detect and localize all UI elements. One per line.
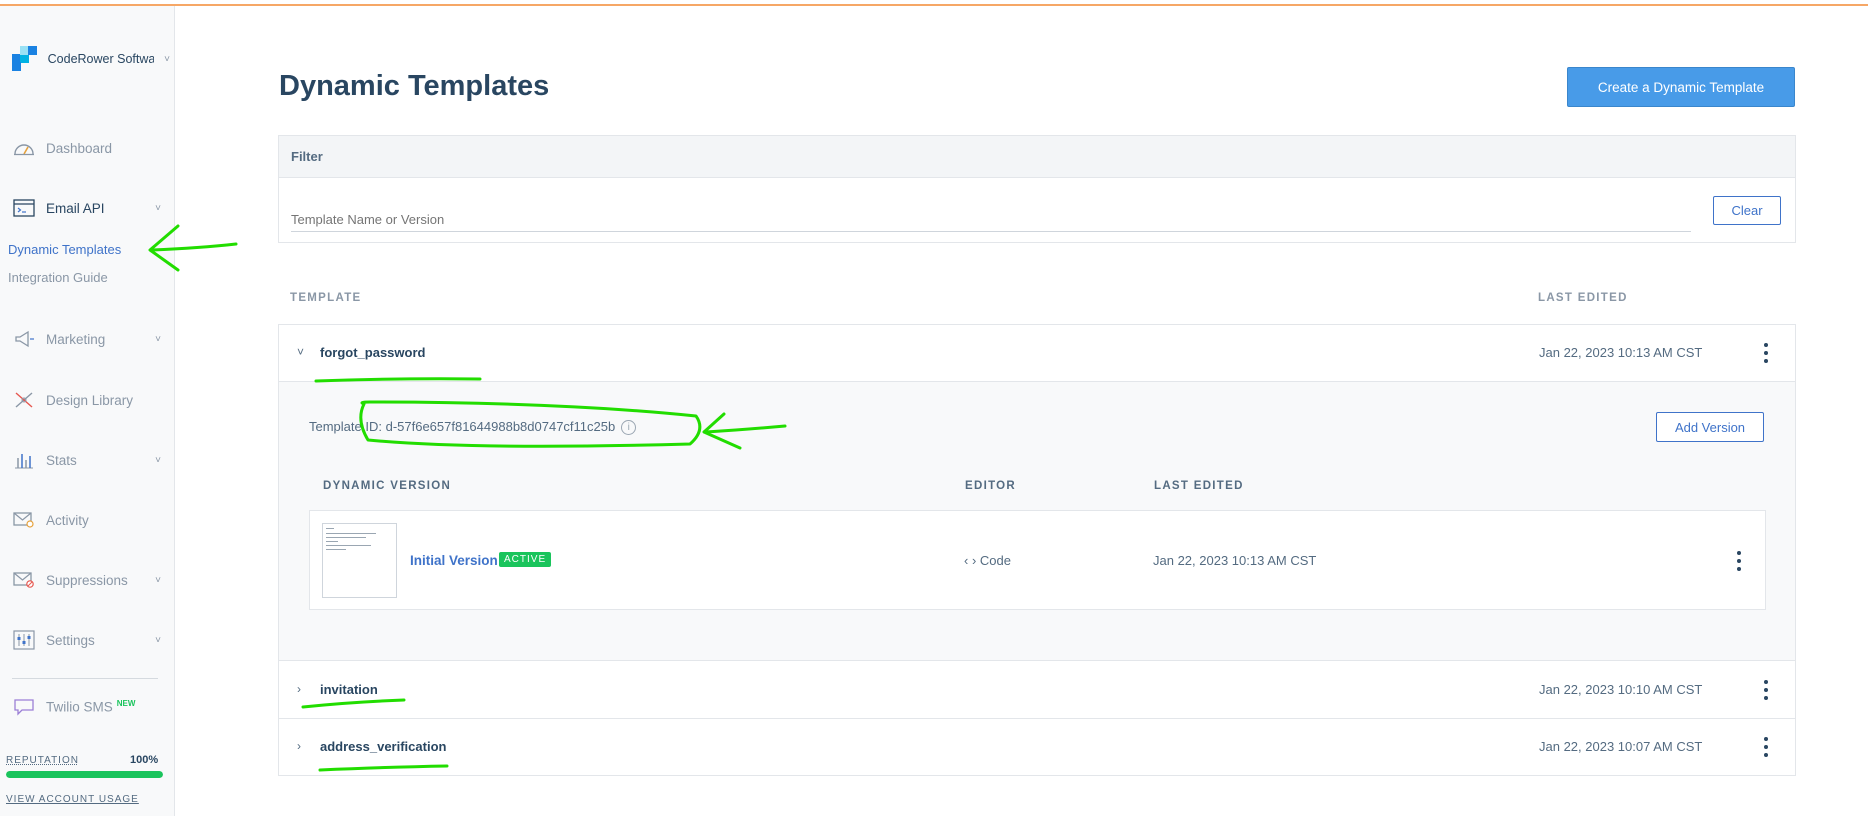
more-options-icon[interactable] [1732,547,1746,575]
template-date: Jan 22, 2023 10:10 AM CST [1539,682,1703,697]
sliders-icon [12,629,36,651]
chevron-right-icon[interactable]: › [297,739,301,753]
nav-label: Design Library [46,392,134,408]
nav-email-api[interactable]: Email API ˅ [12,197,167,219]
chevron-down-icon[interactable]: ˅ [297,345,304,359]
page-title: Dynamic Templates [279,70,550,102]
chevron-down-icon: ˅ [155,454,161,466]
nav-label: Suppressions [46,572,128,588]
version-thumbnail[interactable] [322,523,397,598]
template-row-address-verification[interactable]: › address_verification Jan 22, 2023 10:0… [279,719,1795,776]
nav-stats[interactable]: Stats ˅ [12,449,167,471]
reputation-label: REPUTATION [6,755,79,766]
top-accent-bar [0,0,1868,6]
column-header-editor: EDITOR [965,480,1017,492]
column-header-dynamic-version: DYNAMIC VERSION [323,480,452,492]
template-id: Template ID: d-57f6e657f81644988b8d0747c… [309,419,637,436]
nav-label-text: Twilio SMS [46,699,113,715]
sidebar-divider [12,678,158,679]
reputation-value: 100% [130,754,159,766]
reputation-bar [6,771,163,778]
envelope-block-icon [12,569,36,591]
nav-label: Email API [46,200,105,216]
gauge-icon [12,137,36,159]
nav-sub-integration-guide[interactable]: Integration Guide [8,270,108,285]
version-editor: ‹ › Code [964,553,1011,568]
templates-list: ˅ forgot_password Jan 22, 2023 10:13 AM … [278,324,1796,776]
nav-settings[interactable]: Settings ˅ [12,629,167,651]
sidebar: CodeRower Software ˅ Dashboard Email API… [0,6,175,816]
nav-suppressions[interactable]: Suppressions ˅ [12,569,167,591]
template-id-text: Template ID: d-57f6e657f81644988b8d0747c… [309,419,616,434]
template-date: Jan 22, 2023 10:13 AM CST [1539,345,1703,360]
more-options-icon[interactable] [1759,339,1773,367]
filter-panel: Filter Clear [278,135,1796,243]
reputation-bar-fill [6,771,163,778]
nav-twilio-sms[interactable]: Twilio SMS NEW [12,696,167,718]
nav-activity[interactable]: Activity [12,509,167,531]
more-options-icon[interactable] [1759,676,1773,704]
sendgrid-logo-icon [12,46,38,72]
nav-dashboard[interactable]: Dashboard [12,137,167,159]
add-version-button[interactable]: Add Version [1656,412,1764,442]
template-name: address_verification [320,739,447,754]
nav-design-library[interactable]: Design Library [12,389,167,411]
nav-label: Settings [46,632,95,648]
envelope-search-icon [12,509,36,531]
template-name: invitation [320,682,378,697]
nav-marketing[interactable]: Marketing ˅ [12,328,167,350]
create-dynamic-template-button[interactable]: Create a Dynamic Template [1567,67,1795,107]
nav-label: Activity [46,512,89,528]
nav-sub-dynamic-templates[interactable]: Dynamic Templates [8,242,121,257]
filter-heading: Filter [279,136,1795,178]
chat-bubble-icon [12,696,36,718]
chevron-down-icon: ˅ [155,574,161,586]
template-row-invitation[interactable]: › invitation Jan 22, 2023 10:10 AM CST [279,662,1795,719]
active-badge: ACTIVE [499,552,552,567]
template-row-forgot-password[interactable]: ˅ forgot_password Jan 22, 2023 10:13 AM … [279,325,1795,382]
account-name: CodeRower Software [47,52,155,66]
template-search-input[interactable] [291,208,1691,232]
megaphone-icon [12,328,36,350]
bar-chart-icon [12,449,36,471]
view-account-usage-link[interactable]: VIEW ACCOUNT USAGE [6,794,139,805]
chevron-right-icon[interactable]: › [297,682,301,696]
chevron-down-icon: ˅ [164,53,170,65]
template-details: Template ID: d-57f6e657f81644988b8d0747c… [279,382,1795,661]
new-badge: NEW [116,699,136,709]
version-row[interactable]: Initial Version ACTIVE ‹ › Code Jan 22, … [309,510,1766,610]
account-switcher[interactable]: CodeRower Software ˅ [12,46,170,72]
nav-label: Dashboard [46,140,113,156]
nav-label: Twilio SMS NEW [46,699,167,715]
nav-label: Marketing [46,331,106,347]
info-icon[interactable]: i [621,420,637,436]
more-options-icon[interactable] [1759,733,1773,761]
clear-button[interactable]: Clear [1713,196,1781,225]
column-header-version-last-edited: LAST EDITED [1154,480,1244,492]
column-header-last-edited: LAST EDITED [1538,292,1628,304]
terminal-icon [12,197,36,219]
column-header-template: TEMPLATE [290,292,362,304]
template-date: Jan 22, 2023 10:07 AM CST [1539,739,1703,754]
chevron-down-icon: ˅ [155,202,161,214]
template-name: forgot_password [320,345,426,360]
version-date: Jan 22, 2023 10:13 AM CST [1153,553,1317,568]
version-name-link[interactable]: Initial Version [410,553,498,568]
chevron-down-icon: ˅ [155,333,161,345]
chevron-down-icon: ˅ [155,634,161,646]
design-tools-icon [12,389,36,411]
nav-label: Stats [46,452,77,468]
